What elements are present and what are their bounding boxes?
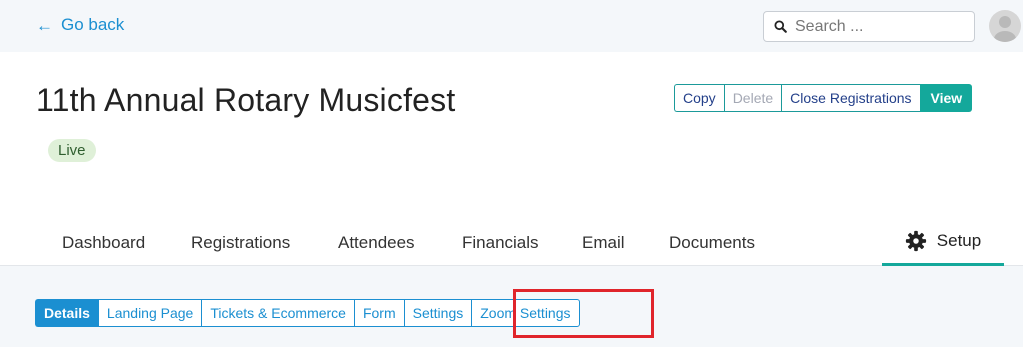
subtab-form[interactable]: Form [353,299,404,327]
subtab-settings[interactable]: Settings [403,299,472,327]
tab-setup-label: Setup [936,230,982,250]
setup-sub-tabs: Details Landing Page Tickets & Ecommerce… [35,299,580,327]
close-registrations-button[interactable]: Close Registrations [781,84,920,112]
arrow-left-icon: ← [36,15,53,35]
go-back-label: Go back [61,15,125,34]
page-title: 11th Annual Rotary Musicfest [36,82,456,118]
tab-financials[interactable]: Financials [462,233,539,253]
tab-setup[interactable]: Setup [882,218,1004,266]
status-badge: Live [48,139,96,162]
user-avatar-icon[interactable] [989,10,1021,42]
main-tabs: Dashboard Registrations Attendees Financ… [0,218,1023,266]
search-input[interactable] [795,17,965,36]
tab-documents[interactable]: Documents [669,233,755,253]
top-bar: ← Go back [0,0,1023,52]
tab-registrations[interactable]: Registrations [191,233,290,253]
go-back-link[interactable]: ← Go back [36,15,124,35]
copy-button[interactable]: Copy [674,84,724,112]
search-box[interactable] [763,11,975,42]
view-button[interactable]: View [919,84,973,112]
event-actions: Copy Delete Close Registrations View [674,84,973,112]
delete-button[interactable]: Delete [723,84,782,112]
subtab-zoom-settings[interactable]: Zoom Settings [471,299,580,327]
tab-dashboard[interactable]: Dashboard [62,233,145,253]
subtab-tickets-ecommerce[interactable]: Tickets & Ecommerce [201,299,354,327]
tab-attendees[interactable]: Attendees [338,233,415,253]
subtab-details[interactable]: Details [35,299,98,327]
tab-email[interactable]: Email [582,233,625,253]
gear-icon [905,230,926,251]
search-icon [774,20,787,33]
subtab-landing-page[interactable]: Landing Page [97,299,202,327]
setup-subpanel: Details Landing Page Tickets & Ecommerce… [0,266,1023,347]
